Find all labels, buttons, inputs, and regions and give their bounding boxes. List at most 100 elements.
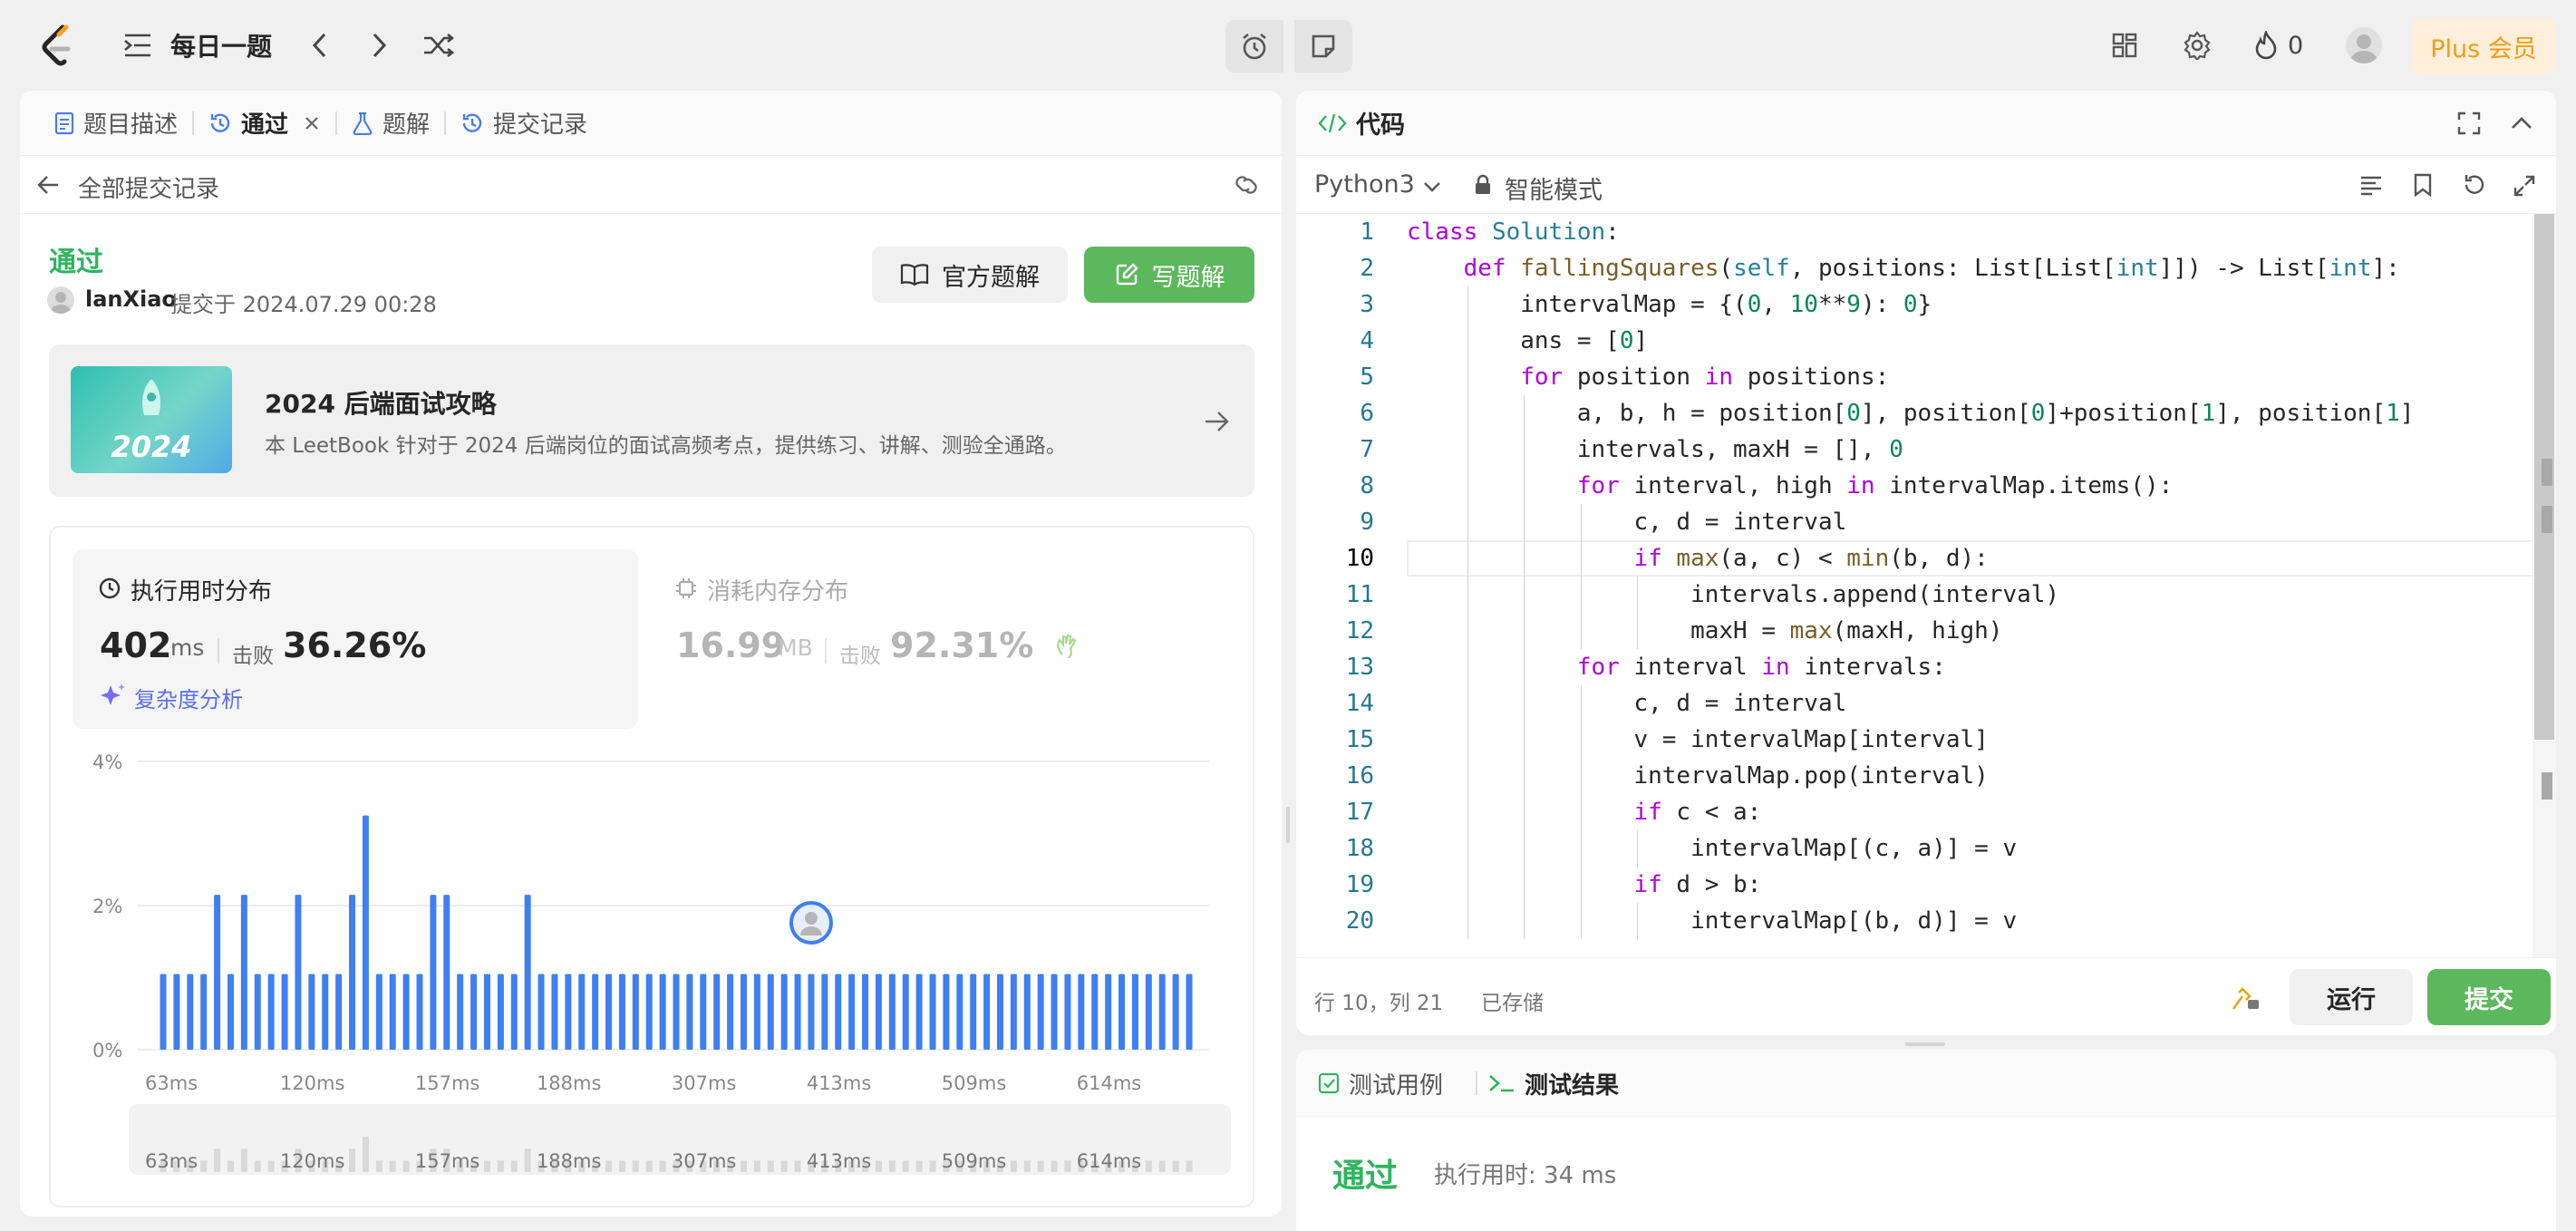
indent-guide <box>1467 286 1468 323</box>
bar <box>592 974 599 1050</box>
bar <box>457 974 464 1050</box>
y-tick-label: 4% <box>92 751 122 773</box>
runtime-value: 402 <box>100 625 172 665</box>
indent-guide <box>1467 758 1468 794</box>
editor-scrollbar[interactable] <box>2532 214 2556 957</box>
memory-box[interactable]: 消耗内存分布 16.99 MB 击败 92.31% <box>656 549 1222 729</box>
line-number: 17 <box>1345 799 1374 826</box>
line-number: 1 <box>1360 218 1374 246</box>
indent-guide <box>1580 794 1582 830</box>
tab-test-result[interactable]: 测试结果 <box>1488 1050 1619 1117</box>
bar <box>1131 974 1138 1050</box>
collapse-chevron-icon[interactable] <box>2509 111 2534 136</box>
overview-bar <box>740 1160 747 1172</box>
smart-mode-label[interactable]: 智能模式 <box>1505 170 1603 206</box>
bar <box>281 974 288 1050</box>
indent-guide <box>1467 794 1468 830</box>
all-submissions-link[interactable]: 全部提交记录 <box>78 170 219 204</box>
tab-submissions[interactable]: 提交记录 <box>446 91 602 156</box>
format-align-icon[interactable] <box>2358 174 2384 198</box>
tab-solutions[interactable]: 题解 <box>337 91 444 156</box>
line-number: 20 <box>1345 907 1374 935</box>
indent-guide <box>1580 830 1582 867</box>
bar <box>537 974 545 1050</box>
user-avatar[interactable] <box>2346 27 2382 63</box>
tab-description[interactable]: 题目描述 <box>40 91 192 156</box>
line-number: 10 <box>1345 545 1374 572</box>
code-line: for position in positions: <box>1520 363 1890 391</box>
official-solution-button[interactable]: 官方题解 <box>872 247 1068 303</box>
daily-problem-label[interactable]: 每日一题 <box>170 27 272 63</box>
leetcode-logo[interactable] <box>36 22 82 69</box>
fullscreen-icon[interactable] <box>2456 111 2482 136</box>
code-line: if d > b: <box>1633 871 1762 898</box>
submitter-name[interactable]: lanXiao <box>85 286 177 312</box>
settings-gear-icon[interactable] <box>2181 29 2213 62</box>
notes-button[interactable] <box>1294 20 1352 73</box>
run-button[interactable]: 运行 <box>2290 969 2413 1025</box>
x-tick-label: 63ms <box>145 1072 198 1094</box>
streak-fire-icon[interactable] <box>2252 29 2281 62</box>
bookmark-icon[interactable] <box>2413 172 2433 198</box>
alarm-clock-icon <box>1243 33 1266 60</box>
overview-bar <box>1051 1160 1058 1172</box>
chevron-down-icon[interactable] <box>1423 181 1441 194</box>
y-tick-label: 0% <box>92 1040 122 1061</box>
code-editor[interactable]: 1 class Solution: 2 def fallingSquares(sel… <box>1296 214 2556 957</box>
overview-tick-label: 614ms <box>1077 1150 1141 1172</box>
write-solution-button[interactable]: 写题解 <box>1084 247 1254 303</box>
debug-bug-icon[interactable] <box>2230 985 2261 1013</box>
language-select[interactable]: Python3 <box>1314 170 1415 199</box>
reset-undo-icon[interactable] <box>2462 172 2487 198</box>
line-number: 6 <box>1360 400 1374 427</box>
problem-list-icon[interactable] <box>121 29 154 62</box>
runtime-distribution-chart: 4% 2% 0% 63ms 120ms 157ms 188ms 307ms 413ms 509ms… <box>92 751 1231 1175</box>
indent-guide <box>1524 722 1525 758</box>
memory-title: 消耗内存分布 <box>707 578 849 606</box>
prev-problem-icon[interactable] <box>304 29 336 62</box>
line-number: 13 <box>1345 654 1374 681</box>
code-tab-bar: 代码 <box>1296 91 2556 156</box>
indent-guide <box>1637 577 1639 613</box>
overview-bar <box>240 1149 247 1172</box>
memory-value: 16.99 <box>676 625 786 665</box>
bar <box>443 895 450 1050</box>
layout-icon[interactable] <box>2108 29 2141 62</box>
expand-icon[interactable] <box>2513 174 2536 198</box>
bar <box>578 974 586 1050</box>
indent-guide <box>1524 794 1525 830</box>
plus-member-button[interactable]: Plus 会员 <box>2411 18 2556 74</box>
back-arrow-icon[interactable] <box>36 174 60 196</box>
bar <box>862 974 869 1050</box>
panel-resize-handle[interactable] <box>1286 807 1290 843</box>
indent-guide <box>1580 540 1582 577</box>
indent-guide <box>1524 867 1525 903</box>
close-tab-icon[interactable] <box>303 114 321 132</box>
line-number: 8 <box>1360 472 1374 499</box>
tab-testcase[interactable]: 测试用例 <box>1318 1050 1443 1117</box>
next-problem-icon[interactable] <box>363 29 395 62</box>
bar <box>295 895 302 1050</box>
cursor-position: 行 10，列 21 <box>1314 992 1444 1015</box>
code-line: class Solution: <box>1407 218 1620 246</box>
indent-guide <box>1467 468 1468 504</box>
submit-button[interactable]: 提交 <box>2427 969 2551 1025</box>
scroll-marker <box>2542 506 2552 533</box>
line-number: 5 <box>1360 363 1374 391</box>
y-tick-label: 2% <box>92 896 122 917</box>
vertical-resize-handle[interactable] <box>1905 1042 1945 1046</box>
overview-bar <box>483 1160 490 1172</box>
indent-guide <box>1467 359 1468 395</box>
indent-guide <box>1524 540 1525 577</box>
bar <box>227 974 234 1050</box>
leetbook-card[interactable]: 2024 2024 后端面试攻略 本 LeetBook 针对于 2024 后端岗… <box>49 344 1254 497</box>
tab-accepted[interactable]: 通过 <box>194 91 335 156</box>
random-problem-icon[interactable] <box>421 29 457 62</box>
share-link-icon[interactable] <box>1231 174 1262 196</box>
runtime-box[interactable]: 执行用时分布 402 ms 击败 36.26% 复杂度分析 <box>73 549 638 729</box>
lock-icon <box>1476 174 1490 194</box>
timer-button[interactable] <box>1225 20 1283 73</box>
complexity-analysis-link[interactable]: 复杂度分析 <box>134 682 243 713</box>
history-icon <box>210 113 230 132</box>
result-panel: 测试用例 测试结果 通过 执行用时: 34 ms <box>1296 1050 2556 1231</box>
